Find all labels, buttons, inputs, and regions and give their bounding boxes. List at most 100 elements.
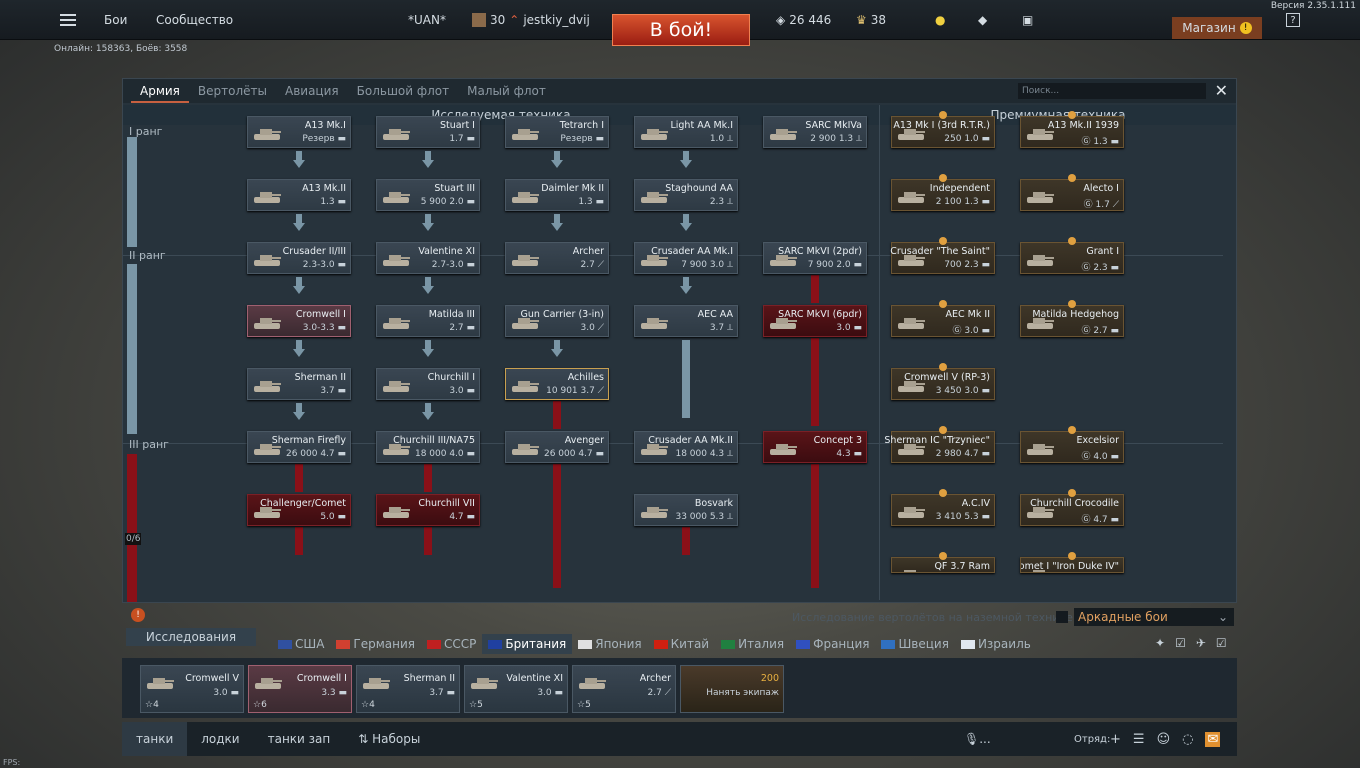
tab-army[interactable]: Армия bbox=[131, 79, 189, 103]
bulb-icon[interactable]: ● bbox=[935, 0, 945, 40]
vehicle-card[interactable]: AEC AA 3.7 ⟂ bbox=[634, 305, 738, 337]
nation-tab[interactable]: Швеция bbox=[875, 634, 954, 654]
premium-vehicle-card[interactable]: Sherman IC "Trzyniec" 2 980 4.7 ▬ bbox=[884, 431, 995, 463]
vehicle-card[interactable]: Crusader AA Mk.I 7 900 3.0 ⟂ bbox=[634, 242, 738, 274]
repair-icon[interactable]: ✦ bbox=[1155, 636, 1165, 650]
profile[interactable]: 30 ⌃ jestkiy_dvij bbox=[472, 0, 590, 40]
vehicle-card[interactable]: Churchill III/NA75 18 000 4.0 ▬ bbox=[376, 431, 480, 463]
premium-vehicle-card[interactable]: A.C.IV 3 410 5.3 ▬ bbox=[891, 494, 995, 526]
nation-tab[interactable]: СССР bbox=[421, 634, 482, 654]
preset-boats[interactable]: лодки bbox=[187, 722, 253, 756]
vehicle-card[interactable]: A13 Mk.II 1.3 ▬ bbox=[247, 179, 351, 211]
shop-button[interactable]: Магазин! bbox=[1172, 17, 1262, 39]
tab-helicopters[interactable]: Вертолёты bbox=[189, 79, 276, 103]
add-icon[interactable]: + bbox=[1110, 732, 1121, 747]
crew-slot[interactable]: Sherman II 3.7 ▬ ☆4 bbox=[356, 665, 460, 713]
preset-tanks[interactable]: танки bbox=[122, 722, 188, 756]
vehicle-card[interactable]: Matilda III 2.7 ▬ bbox=[376, 305, 480, 337]
vehicle-card[interactable]: Concept 3 4.3 ▬ bbox=[763, 431, 867, 463]
vehicle-card[interactable]: Gun Carrier (3-in) 3.0 ⟋ bbox=[505, 305, 609, 337]
crew-level-value: 4 bbox=[369, 700, 375, 710]
vehicle-card[interactable]: Challenger/Comet 5.0 ▬ bbox=[247, 494, 351, 526]
vehicle-card[interactable]: Avenger 26 000 4.7 ▬ bbox=[505, 431, 609, 463]
community-menu[interactable]: Сообщество bbox=[156, 0, 233, 40]
premium-vehicle-card[interactable]: A13 Mk I (3rd R.T.R.) 250 1.0 ▬ bbox=[891, 116, 995, 148]
crew-slot[interactable]: Valentine XI 3.0 ▬ ☆5 bbox=[464, 665, 568, 713]
tab-aviation[interactable]: Авиация bbox=[276, 79, 348, 103]
premium-vehicle-card[interactable]: Crusader "The Saint" 700 2.3 ▬ bbox=[890, 242, 995, 274]
vehicle-card[interactable]: Crusader AA Mk.II 18 000 4.3 ⟂ bbox=[634, 431, 738, 463]
crew-slot[interactable]: Cromwell V 3.0 ▬ ☆4 bbox=[140, 665, 244, 713]
vehicle-card[interactable]: Archer 2.7 ⟋ bbox=[505, 242, 609, 274]
vehicle-card[interactable]: Stuart I 1.7 ▬ bbox=[376, 116, 480, 148]
plane-icon[interactable]: ✈ bbox=[1196, 636, 1206, 650]
tank-icon bbox=[254, 381, 281, 392]
vehicle-card[interactable]: Sherman Firefly 26 000 4.7 ▬ bbox=[247, 431, 351, 463]
check-icon[interactable]: ☑ bbox=[1216, 636, 1227, 650]
silver-balance[interactable]: ◈ 26 446 bbox=[776, 0, 831, 40]
vehicle-card[interactable]: Churchill I 3.0 ▬ bbox=[376, 368, 480, 400]
nation-tab[interactable]: Франция bbox=[790, 634, 875, 654]
nation-tab[interactable]: Израиль bbox=[955, 634, 1037, 654]
vehicle-card[interactable]: Valentine XI 2.7-3.0 ▬ bbox=[376, 242, 480, 274]
nation-tab[interactable]: США bbox=[272, 634, 330, 654]
premium-vehicle-card[interactable]: Matilda Hedgehog Ⓖ 2.7 ▬ bbox=[1020, 305, 1124, 337]
vehicle-card[interactable]: SARC MkIVa 2 900 1.3 ⟂ bbox=[763, 116, 867, 148]
vehicle-card[interactable]: Staghound AA 2.3 ⟂ bbox=[634, 179, 738, 211]
research-button[interactable]: Исследования bbox=[126, 628, 256, 646]
vehicle-card[interactable]: A13 Mk.I Резерв ▬ bbox=[247, 116, 351, 148]
premium-vehicle-card[interactable]: Cromwell V (RP-3) 3 450 3.0 ▬ bbox=[891, 368, 995, 400]
vehicle-card[interactable]: Bosvark 33 000 5.3 ⟂ bbox=[634, 494, 738, 526]
vehicle-card[interactable]: SARC MkVI (6pdr) 3.0 ▬ bbox=[763, 305, 867, 337]
mail-icon[interactable]: ✉ bbox=[1205, 731, 1221, 747]
vehicle-card[interactable]: Cromwell I 3.0-3.3 ▬ bbox=[247, 305, 351, 337]
preset-tanks-reserve[interactable]: танки зап bbox=[254, 722, 345, 756]
vehicle-card[interactable]: Daimler Mk II 1.3 ▬ bbox=[505, 179, 609, 211]
battles-menu[interactable]: Бои bbox=[104, 0, 127, 40]
tab-coastal-fleet[interactable]: Малый флот bbox=[458, 79, 555, 103]
close-icon[interactable]: ✕ bbox=[1215, 81, 1228, 100]
vehicle-card[interactable]: Crusader II/III 2.3-3.0 ▬ bbox=[247, 242, 351, 274]
nation-tab[interactable]: Британия bbox=[482, 634, 573, 654]
crew-slot[interactable]: Cromwell I 3.3 ▬ ☆6 bbox=[248, 665, 352, 713]
tab-bluewater-fleet[interactable]: Большой флот bbox=[348, 79, 459, 103]
premium-vehicle-card[interactable]: A13 Mk.II 1939 Ⓖ 1.3 ▬ bbox=[1020, 116, 1124, 148]
vehicle-card[interactable]: Light AA Mk.I 1.0 ⟂ bbox=[634, 116, 738, 148]
nation-tab[interactable]: Китай bbox=[648, 634, 715, 654]
nation-tab[interactable]: Германия bbox=[330, 634, 421, 654]
diamond-icon[interactable]: ◆ bbox=[978, 0, 987, 40]
vehicle-card[interactable]: Churchill VII 4.7 ▬ bbox=[376, 494, 480, 526]
tree-arrow bbox=[680, 151, 692, 169]
vehicle-card[interactable]: SARC MkVI (2pdr) 7 900 2.0 ▬ bbox=[763, 242, 867, 274]
premium-vehicle-card[interactable]: Excelsior Ⓖ 4.0 ▬ bbox=[1020, 431, 1124, 463]
premium-vehicle-card[interactable]: Churchill Crocodile Ⓖ 4.7 ▬ bbox=[1020, 494, 1124, 526]
menu-icon[interactable] bbox=[58, 0, 78, 40]
vehicle-card[interactable]: Achilles 10 901 3.7 ⟋ bbox=[505, 368, 609, 400]
voice-chat[interactable]: 🎙... bbox=[964, 732, 991, 746]
crew-slot[interactable]: Archer 2.7 ⟋ ☆5 bbox=[572, 665, 676, 713]
alert-icon[interactable]: ! bbox=[131, 608, 145, 622]
hire-crew-slot[interactable]: 200 Нанять экипаж bbox=[680, 665, 784, 713]
gold-balance[interactable]: ♛ 38 bbox=[856, 0, 886, 40]
premium-vehicle-card[interactable]: Alecto I Ⓖ 1.7 ⟋ bbox=[1020, 179, 1124, 211]
chat-icon[interactable]: ◌ bbox=[1182, 732, 1193, 747]
nation-tab[interactable]: Япония bbox=[572, 634, 647, 654]
premium-marker-icon bbox=[939, 300, 947, 308]
coupon-icon[interactable]: ▣ bbox=[1022, 0, 1033, 40]
battle-button[interactable]: В бой! bbox=[612, 14, 750, 46]
heli-research-checkbox[interactable] bbox=[1056, 611, 1068, 623]
check-icon[interactable]: ☑ bbox=[1175, 636, 1186, 650]
nation-tab[interactable]: Италия bbox=[715, 634, 790, 654]
premium-vehicle-card[interactable]: Grant I Ⓖ 2.3 ▬ bbox=[1020, 242, 1124, 274]
presets-button[interactable]: ⇅ Наборы bbox=[344, 722, 434, 756]
vehicle-card[interactable]: Sherman II 3.7 ▬ bbox=[247, 368, 351, 400]
premium-vehicle-card[interactable]: AEC Mk II Ⓖ 3.0 ▬ bbox=[891, 305, 995, 337]
list-icon[interactable]: ☰ bbox=[1133, 732, 1145, 747]
vehicle-card[interactable]: Tetrarch I Резерв ▬ bbox=[505, 116, 609, 148]
premium-vehicle-card[interactable]: Independent 2 100 1.3 ▬ bbox=[891, 179, 995, 211]
contacts-icon[interactable]: ☺ bbox=[1157, 732, 1171, 747]
help-icon[interactable]: ? bbox=[1286, 13, 1300, 27]
vehicle-card[interactable]: Stuart III 5 900 2.0 ▬ bbox=[376, 179, 480, 211]
game-mode-select[interactable]: Аркадные бои ⌄ bbox=[1074, 608, 1234, 626]
search-input[interactable]: Поиск... bbox=[1018, 83, 1206, 99]
